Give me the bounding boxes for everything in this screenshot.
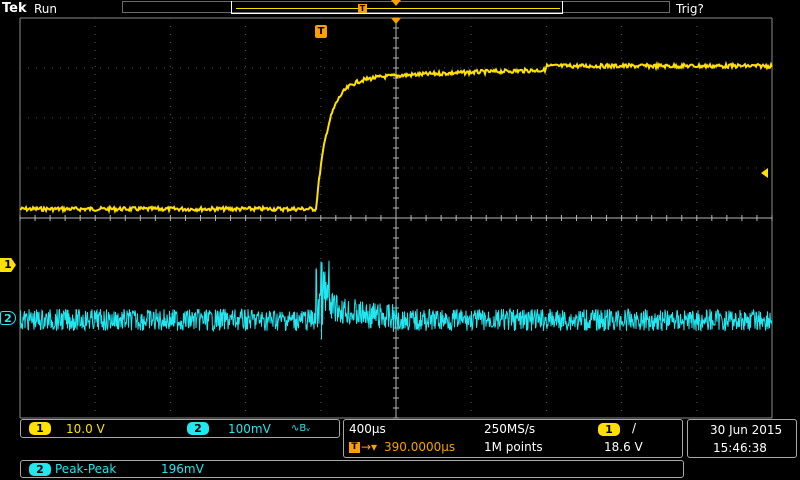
trigger-slope-icon: / [632,421,637,435]
trigger-position-arrow-icon [391,18,401,24]
measurement-channel-badge: 2 [29,463,51,476]
channel-scale-panel[interactable]: 1 10.0 V 2 100mV ∿Bᵥ [20,419,340,438]
date: 30 Jun 2015 [710,423,783,437]
bandwidth-limit-icon: ∿Bᵥ [291,423,311,434]
waveform-display[interactable] [0,0,800,480]
delay-arrow-icon: →▾ [361,440,378,454]
trigger-delay: 390.0000µs [384,440,456,454]
time: 15:46:38 [713,441,767,455]
measurement-panel[interactable]: 2 Peak-Peak 196mV [20,460,684,478]
trigger-marker-icon[interactable]: T [315,25,327,38]
trigger-source-badge: 1 [598,423,620,436]
trigger-delay-icon: T [349,442,360,453]
ch1-badge: 1 [29,422,51,435]
ch2-ground-marker[interactable]: 2 [0,311,16,325]
measurement-type: Peak-Peak [55,462,117,476]
graticule [19,17,773,419]
ch2-scale: 100mV [228,422,271,436]
datetime-panel[interactable]: 30 Jun 2015 15:46:38 [687,419,797,458]
ch1-scale: 10.0 V [66,422,105,436]
trigger-level: 18.6 V [604,440,643,454]
ch2-badge: 2 [187,422,209,435]
record-length: 1M points [484,440,543,454]
time-per-division: 400µs [349,422,386,436]
sample-rate: 250MS/s [484,422,536,436]
trigger-level-arrow-icon[interactable] [761,168,768,178]
timebase-panel[interactable]: 400µs 250MS/s T →▾ 390.0000µs 1M points … [343,419,683,458]
measurement-value: 196mV [161,462,204,476]
